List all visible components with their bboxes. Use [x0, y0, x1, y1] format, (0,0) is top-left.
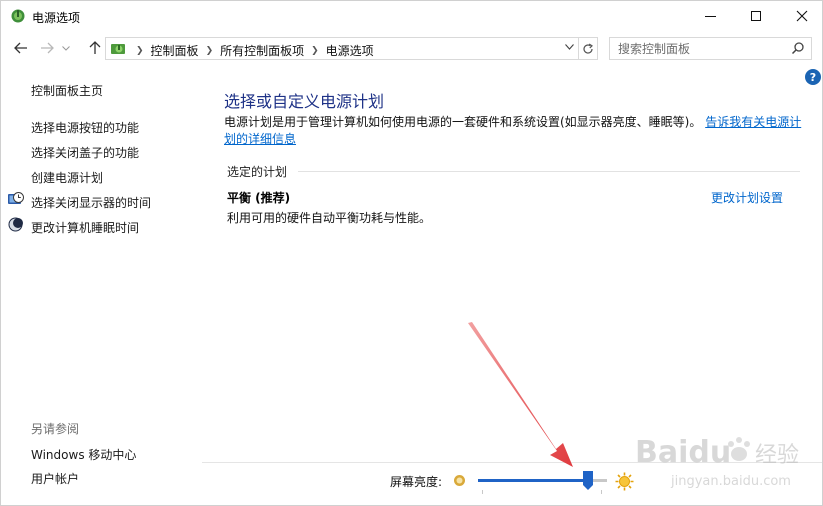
chevron-down-icon	[565, 44, 574, 50]
search-icon[interactable]	[791, 41, 805, 55]
change-plan-settings-link[interactable]: 更改计划设置	[711, 189, 783, 206]
breadcrumb-separator-icon[interactable]: ❯	[311, 46, 319, 56]
maximize-button[interactable]	[733, 1, 779, 31]
minimize-icon	[704, 15, 716, 17]
sidebar-item-sleep-time[interactable]: 更改计算机睡眠时间	[31, 219, 139, 236]
watermark-url: jingyan.baidu.com	[670, 474, 791, 489]
brightness-label: 屏幕亮度:	[390, 475, 443, 489]
up-button[interactable]	[84, 38, 106, 58]
minimize-button[interactable]	[687, 1, 733, 31]
section-divider	[298, 171, 800, 172]
left-navigation-pane: 控制面板主页 选择电源按钮的功能 选择关闭盖子的功能 创建电源计划 选择关闭显示…	[1, 64, 202, 505]
control-panel-icon	[111, 44, 125, 54]
window-title: 电源选项	[32, 11, 81, 25]
display-clock-icon	[8, 192, 24, 204]
moon-icon	[8, 217, 23, 232]
back-button[interactable]	[10, 38, 32, 58]
watermark-brand-cn: 经验	[755, 443, 799, 468]
sidebar-item-power-button[interactable]: 选择电源按钮的功能	[31, 119, 139, 136]
arrow-right-icon	[41, 42, 54, 54]
bright-brightness-icon	[615, 472, 634, 491]
search-input[interactable]	[610, 38, 790, 59]
close-icon	[796, 10, 808, 22]
breadcrumb-item-all-items[interactable]: 所有控制面板项	[220, 42, 304, 59]
power-options-app-icon	[11, 9, 25, 23]
baidu-watermark-logo: Baidu 经验 jingyan.baidu.com	[635, 435, 799, 489]
address-bar[interactable]: ❯ 控制面板 ❯ 所有控制面板项 ❯ 电源选项	[105, 37, 579, 60]
maximize-icon	[751, 11, 761, 21]
breadcrumb: ❯ 控制面板 ❯ 所有控制面板项 ❯ 电源选项	[134, 42, 374, 59]
plan-description: 利用可用的硬件自动平衡功耗与性能。	[227, 211, 432, 225]
watermark-brand: Baidu	[635, 435, 731, 470]
breadcrumb-separator-icon: ❯	[136, 45, 144, 56]
see-also-heading: 另请参阅	[31, 422, 80, 436]
breadcrumb-item-control-panel[interactable]: 控制面板	[151, 42, 199, 59]
refresh-button[interactable]	[579, 37, 598, 60]
refresh-icon	[583, 42, 593, 54]
arrow-up-icon	[89, 41, 101, 54]
sidebar-item-user-accounts[interactable]: 用户帐户	[31, 470, 79, 487]
page-description: 电源计划是用于管理计算机如何使用电源的一套硬件和系统设置(如显示器亮度、睡眠等)…	[224, 114, 804, 148]
navigation-bar: ❯ 控制面板 ❯ 所有控制面板项 ❯ 电源选项	[1, 32, 822, 64]
sidebar-item-lid-close[interactable]: 选择关闭盖子的功能	[31, 144, 139, 161]
arrow-left-icon	[14, 42, 27, 54]
address-dropdown-button[interactable]	[565, 42, 574, 53]
selected-plan-heading: 选定的计划	[227, 165, 288, 179]
sidebar-item-control-panel-home[interactable]: 控制面板主页	[31, 82, 103, 99]
breadcrumb-item-power-options[interactable]: 电源选项	[326, 42, 374, 59]
search-box[interactable]	[609, 37, 812, 60]
power-options-window: 电源选项 ❯ 控制面板 ❯ 所有控制面板项 ❯ 电源选项 搜索控制面板 ? 控制…	[0, 0, 823, 506]
description-text: 电源计划是用于管理计算机如何使用电源的一套硬件和系统设置(如显示器亮度、睡眠等)…	[224, 115, 702, 129]
slider-tick	[601, 490, 602, 494]
close-button[interactable]	[779, 1, 822, 31]
sidebar-item-mobility-center[interactable]: Windows 移动中心	[31, 446, 136, 463]
page-title: 选择或自定义电源计划	[224, 92, 385, 111]
forward-button[interactable]	[36, 38, 58, 58]
breadcrumb-separator-icon[interactable]: ❯	[206, 46, 214, 56]
dim-brightness-icon	[454, 475, 465, 486]
slider-tick	[482, 490, 483, 494]
recent-locations-button[interactable]	[59, 38, 73, 58]
sidebar-item-display-off-time[interactable]: 选择关闭显示器的时间	[31, 194, 151, 211]
title-bar: 电源选项	[1, 1, 822, 32]
brightness-slider-fill	[478, 479, 588, 482]
sidebar-item-create-plan[interactable]: 创建电源计划	[31, 169, 103, 186]
chevron-down-icon	[62, 45, 70, 51]
plan-name[interactable]: 平衡 (推荐)	[227, 189, 290, 206]
brightness-slider-thumb[interactable]	[583, 471, 593, 490]
